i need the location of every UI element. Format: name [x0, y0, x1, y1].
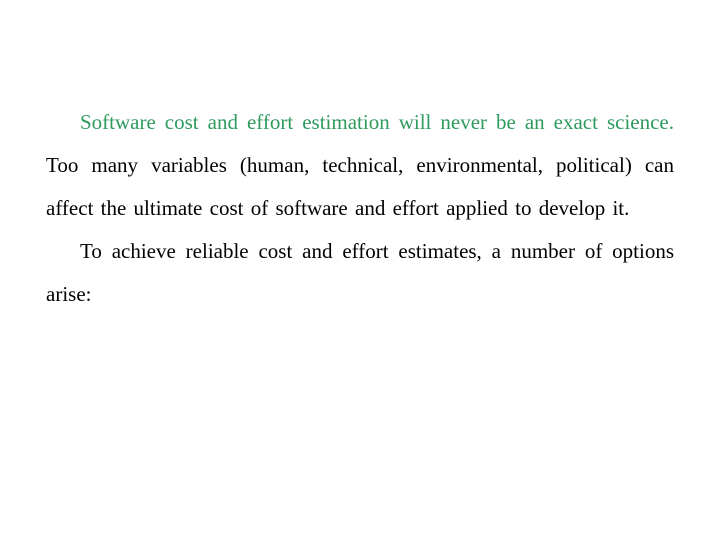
paragraph-text: Too many variables (human, technical, en… — [46, 153, 674, 220]
paragraph-text: To achieve reliable cost and effort esti… — [46, 239, 674, 306]
slide-body: Software cost and effort estimation will… — [46, 101, 674, 316]
highlighted-statement: Software cost and effort estimation will… — [80, 110, 674, 134]
paragraph-options-intro: To achieve reliable cost and effort esti… — [46, 230, 674, 316]
paragraph-estimation-intro: Software cost and effort estimation will… — [46, 101, 674, 230]
